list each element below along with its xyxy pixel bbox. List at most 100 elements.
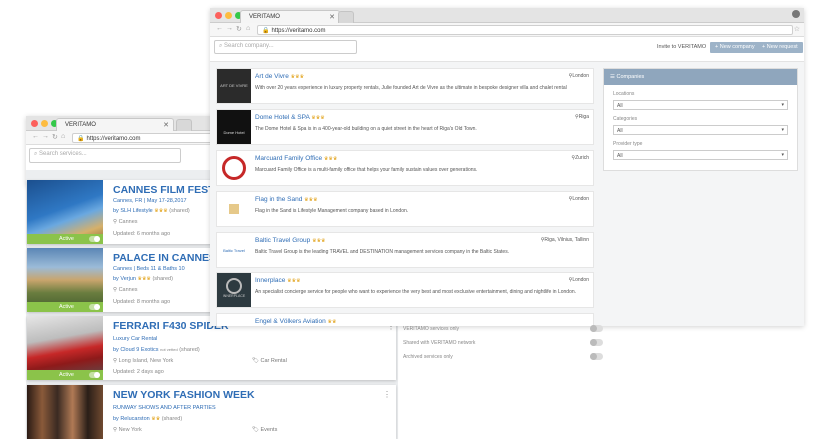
back-titlebar: VERITAMO ✕	[26, 116, 216, 131]
crown-icon: ♛♛♛	[323, 156, 338, 162]
company-name[interactable]: Baltic Travel Group	[255, 237, 310, 244]
active-toggle[interactable]	[89, 372, 100, 378]
switch-label: VERITAMO services only	[403, 326, 460, 332]
shared-label: (shared)	[179, 347, 200, 353]
company-name[interactable]: Marcuard Family Office	[255, 155, 322, 162]
service-location: Long Island, New York	[118, 358, 174, 364]
provider-type-select[interactable]: All	[613, 150, 788, 160]
company-description: Baltic Travel Group is the leading TRAVE…	[255, 249, 510, 255]
reload-icon[interactable]: ↻	[52, 133, 58, 141]
crown-icon: ♛♛♛	[290, 74, 305, 80]
company-row[interactable]: Engel & Völkers Aviation ♛♛	[216, 313, 594, 326]
new-tab-button[interactable]	[176, 119, 192, 131]
company-row[interactable]: Flag in the Sand ♛♛♛ Flag in the Sand is…	[216, 191, 594, 227]
company-row[interactable]: Dome Hotel Dome Hotel & SPA ♛♛♛ The Dome…	[216, 109, 594, 145]
company-location: Riga, Vilnius, Tallinn	[544, 237, 589, 243]
categories-label: Categories	[613, 116, 638, 122]
tab-title: VERITAMO	[65, 122, 96, 128]
home-icon[interactable]: ⌂	[246, 25, 250, 32]
minimize-dot[interactable]	[225, 12, 232, 19]
service-subtitle: RUNWAY SHOWS AND AFTER PARTIES	[113, 405, 216, 411]
service-title[interactable]: PALACE IN CANNES	[113, 252, 216, 264]
categories-select[interactable]: All	[613, 125, 788, 135]
service-provider[interactable]: by Cloud 9 Exotics	[113, 347, 159, 353]
company-name[interactable]: Engel & Völkers Aviation	[255, 318, 326, 325]
company-search-input[interactable]: ⌕ Search company...	[214, 40, 357, 54]
service-image: Active	[27, 316, 103, 380]
back-arrow-icon[interactable]: ←	[32, 133, 39, 140]
close-tab-icon[interactable]: ✕	[163, 121, 169, 129]
forward-arrow-icon[interactable]: →	[42, 133, 49, 140]
veritamo-only-toggle[interactable]	[590, 325, 603, 332]
url-field[interactable]: 🔒 https://veritamo.com	[257, 25, 793, 35]
lock-icon: 🔒	[77, 136, 85, 142]
company-description: Marcuard Family Office is a multi-family…	[255, 167, 478, 173]
vetted-label: not vetted	[160, 347, 178, 352]
back-arrow-icon[interactable]: ←	[216, 25, 223, 32]
service-title[interactable]: NEW YORK FASHION WEEK	[113, 389, 255, 401]
locations-label: Locations	[613, 91, 635, 97]
service-image	[27, 385, 103, 439]
location-pin-icon: ⚲	[113, 427, 118, 433]
company-location: Zurich	[575, 155, 589, 161]
company-name[interactable]: Art de Vivre	[255, 73, 289, 80]
company-logo	[217, 151, 251, 185]
back-tab[interactable]: VERITAMO ✕	[56, 118, 174, 131]
crown-icon: ♛♛♛	[287, 278, 301, 284]
company-name[interactable]: Innerplace	[255, 277, 285, 284]
company-name[interactable]: Flag in the Sand	[255, 196, 302, 203]
forward-arrow-icon[interactable]: →	[226, 25, 233, 32]
crown-icon: ♛♛♛	[312, 238, 326, 244]
active-toggle[interactable]	[89, 304, 100, 310]
service-provider[interactable]: by SLH Lifestyle	[113, 208, 153, 214]
crown-icon: ♛♛	[327, 319, 337, 325]
company-logo: Dome Hotel	[217, 110, 251, 144]
service-location: Cannes	[118, 219, 138, 225]
close-dot[interactable]	[215, 12, 222, 19]
url-text: https://veritamo.com	[86, 136, 141, 142]
reload-icon[interactable]: ↻	[236, 25, 242, 33]
bookmark-star-icon[interactable]: ☆	[794, 25, 800, 33]
service-card[interactable]: NEW YORK FASHION WEEK RUNWAY SHOWS AND A…	[27, 385, 396, 439]
company-row[interactable]: INNERPLACE Innerplace ♛♛♛ An specialist …	[216, 272, 594, 308]
minimize-dot[interactable]	[41, 120, 48, 127]
url-text: https://veritamo.com	[271, 28, 326, 34]
location-pin-icon: ⚲	[113, 287, 118, 293]
shared-label: (shared)	[169, 208, 190, 214]
company-name[interactable]: Dome Hotel & SPA	[255, 114, 309, 121]
updated-label: Updated: 8 months ago	[113, 299, 171, 305]
shared-label: (shared)	[152, 276, 173, 282]
company-row[interactable]: Baltic Travel Baltic Travel Group ♛♛♛ Ba…	[216, 232, 594, 268]
service-category: Events	[260, 427, 278, 433]
service-category: Car Rental	[260, 358, 287, 364]
archived-toggle[interactable]	[590, 353, 603, 360]
locations-select[interactable]: All	[613, 100, 788, 110]
new-request-button[interactable]: + New request	[757, 42, 803, 53]
close-dot[interactable]	[31, 120, 38, 127]
status-label: Active	[59, 236, 74, 242]
more-options-icon[interactable]: ⋮	[383, 390, 391, 399]
switch-label: Archived services only	[403, 354, 453, 360]
service-provider[interactable]: by Verjun	[113, 276, 136, 282]
company-logo: Baltic Travel	[217, 233, 251, 267]
company-row[interactable]: ART DE VIVRE Art de Vivre ♛♛♛ With over …	[216, 68, 594, 104]
profile-icon[interactable]	[792, 10, 800, 18]
new-tab-button[interactable]	[338, 11, 354, 23]
location-pin-icon: ⚲	[113, 358, 118, 364]
status-bar: Active	[27, 234, 103, 244]
company-logo: ART DE VIVRE	[217, 69, 251, 103]
company-description: An specialist concierge service for peop…	[255, 289, 577, 295]
company-row[interactable]: Marcuard Family Office ♛♛♛ Marcuard Fami…	[216, 150, 594, 186]
active-toggle[interactable]	[89, 236, 100, 242]
front-tab[interactable]: VERITAMO ✕	[240, 10, 340, 23]
new-company-button[interactable]: + New company	[710, 42, 760, 53]
url-field[interactable]: 🔒 https://veritamo.com	[72, 133, 212, 143]
crown-icon: ♛♛	[151, 416, 161, 422]
close-tab-icon[interactable]: ✕	[329, 13, 335, 21]
shared-network-toggle[interactable]	[590, 339, 603, 346]
invite-button[interactable]: Invite to VERITAMO	[652, 42, 711, 53]
home-icon[interactable]: ⌂	[61, 133, 65, 140]
status-label: Active	[59, 372, 74, 378]
services-search-input[interactable]: ⌕ Search services...	[29, 148, 181, 163]
service-provider[interactable]: by Relucarston	[113, 416, 150, 422]
